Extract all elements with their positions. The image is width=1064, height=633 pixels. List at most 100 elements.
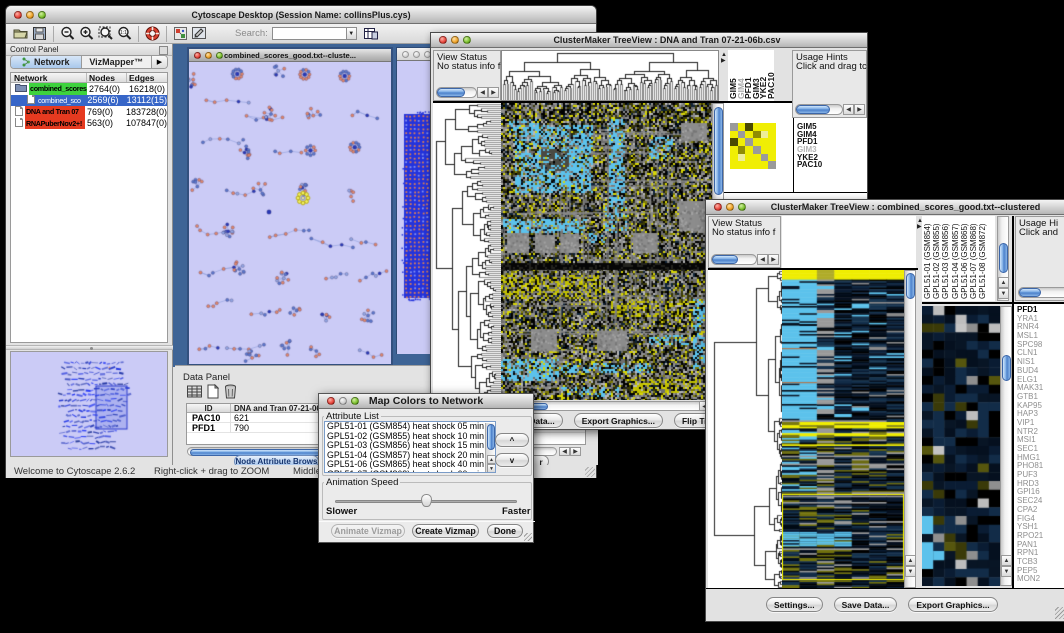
- tv1-minimap-heatmap[interactable]: [730, 123, 776, 169]
- tv1-hints-scrollbar[interactable]: ◀ ▶: [795, 104, 865, 115]
- dialog-resize-grip[interactable]: [524, 533, 532, 541]
- open-file-icon[interactable]: [12, 26, 29, 42]
- frame2-minimize-icon[interactable]: [413, 51, 420, 58]
- tv2-row-dendrogram[interactable]: [708, 270, 782, 588]
- scroll-up-icon[interactable]: ▲: [998, 277, 1009, 288]
- create-vizmap-button[interactable]: Create Vizmap: [412, 524, 479, 538]
- network-view-window[interactable]: combined_scores_good.txt--cluste...: [187, 47, 393, 366]
- zoom-out-icon[interactable]: [59, 26, 76, 42]
- network-row[interactable]: combined_scores_2764(0)16218(0): [11, 83, 167, 95]
- scroll-down-icon[interactable]: ▼: [998, 288, 1009, 299]
- tv1-column-dendrogram[interactable]: [501, 50, 719, 101]
- zoom-in-icon[interactable]: [78, 26, 95, 42]
- tv2-export-graphics-button[interactable]: Export Graphics...: [908, 597, 997, 612]
- col-header-nodes[interactable]: Nodes: [87, 73, 127, 82]
- tv2-zoom-heatmap[interactable]: [922, 306, 1000, 586]
- scroll-up-icon[interactable]: ▲: [905, 555, 916, 566]
- attribute-list-scrollbar[interactable]: ▲ ▼: [485, 423, 496, 473]
- tv1-row-dendrogram[interactable]: [433, 103, 501, 400]
- dialog-titlebar[interactable]: Map Colors to Network: [319, 394, 533, 409]
- frame2-close-icon[interactable]: [402, 51, 409, 58]
- dialog-zoom-button[interactable]: [351, 397, 359, 405]
- move-up-button[interactable]: ^: [495, 433, 529, 447]
- dialog-close-button[interactable]: [327, 397, 335, 405]
- tv1-status-scrollbar[interactable]: ◀ ▶: [436, 87, 499, 98]
- resize-grip[interactable]: [585, 467, 595, 477]
- dp-col-id[interactable]: ID: [187, 404, 231, 412]
- dialog-minimize-button[interactable]: [339, 397, 347, 405]
- delete-trash-icon[interactable]: [224, 384, 237, 399]
- main-titlebar[interactable]: Cytoscape Desktop (Session Name: collins…: [6, 6, 596, 24]
- help-lifesaver-icon[interactable]: [144, 26, 161, 42]
- birdseye-view[interactable]: [10, 351, 168, 457]
- network-row[interactable]: combined_sco2569(6)13112(15): [11, 95, 167, 107]
- treeview2-titlebar[interactable]: ClusterMaker TreeView : combined_scores_…: [706, 200, 1064, 215]
- animation-speed-slider-thumb[interactable]: [421, 494, 432, 507]
- col-header-edges[interactable]: Edges: [127, 73, 167, 82]
- tv2-save-data-button[interactable]: Save Data...: [834, 597, 898, 612]
- tv1-minimize-button[interactable]: [451, 36, 459, 44]
- tv1-mini-scroll-arrows[interactable]: ▲▶: [721, 52, 727, 64]
- search-dropdown-button[interactable]: ▼: [346, 27, 357, 40]
- scroll-down-icon[interactable]: ▼: [905, 566, 916, 577]
- tv2-heatmap[interactable]: [782, 270, 904, 588]
- tv2-resize-grip[interactable]: [1055, 607, 1064, 619]
- scroll-right-icon[interactable]: ▶: [488, 87, 499, 98]
- treeview1-titlebar[interactable]: ClusterMaker TreeView : DNA and Tran 07-…: [431, 33, 867, 48]
- vizmapper-icon[interactable]: [172, 26, 189, 42]
- tv1-heatmap[interactable]: [501, 103, 712, 400]
- tab-vizmapper[interactable]: VizMapper™: [81, 56, 152, 68]
- new-attribute-icon[interactable]: [207, 384, 219, 399]
- zoom-selected-icon[interactable]: [97, 26, 114, 42]
- tv2-minimize-button[interactable]: [726, 203, 734, 211]
- tv2-labels-vscrollbar[interactable]: ▲ ▼: [997, 216, 1009, 301]
- tv2-zoom-button[interactable]: [738, 203, 746, 211]
- attribute-browser-icon[interactable]: [363, 26, 380, 42]
- panel-divider[interactable]: [6, 345, 173, 350]
- tv2-settings-button[interactable]: Settings...: [766, 597, 823, 612]
- annotation-icon[interactable]: [191, 26, 208, 42]
- zoom-button[interactable]: [38, 11, 46, 19]
- frame-minimize-icon[interactable]: [205, 52, 212, 59]
- tv1-export-graphics-button[interactable]: Export Graphics...: [574, 413, 663, 428]
- network-canvas[interactable]: [189, 62, 391, 364]
- scroll-right-icon[interactable]: ▶: [768, 254, 779, 265]
- minimize-button[interactable]: [26, 11, 34, 19]
- zoom-fit-icon[interactable]: 1:1: [116, 26, 133, 42]
- minimap-cell: [738, 146, 746, 154]
- search-input[interactable]: [272, 27, 346, 40]
- network-row[interactable]: RNAPuberNov2+!563(0)107847(0): [11, 118, 167, 130]
- animate-vizmap-button[interactable]: Animate Vizmap: [331, 524, 405, 538]
- scroll-right-icon[interactable]: ▶: [570, 447, 581, 456]
- frame-close-icon[interactable]: [194, 52, 201, 59]
- scroll-down-icon[interactable]: ▼: [1001, 566, 1012, 577]
- tab-overflow-button[interactable]: ▶: [151, 56, 167, 68]
- move-down-button[interactable]: v: [495, 453, 529, 467]
- tv2-hints-scrollbar[interactable]: [1018, 287, 1064, 298]
- scroll-left-icon[interactable]: ◀: [477, 87, 488, 98]
- tv1-close-button[interactable]: [439, 36, 447, 44]
- tab-network[interactable]: Network: [11, 56, 81, 68]
- tv2-zoom-vscrollbar[interactable]: ▲ ▼: [1000, 306, 1012, 586]
- scroll-left-icon[interactable]: ◀: [757, 254, 768, 265]
- attribute-grid-icon[interactable]: [187, 384, 202, 399]
- scroll-down-icon[interactable]: ▼: [487, 464, 497, 473]
- tv1-zoom-button[interactable]: [463, 36, 471, 44]
- tv2-column-dendrogram[interactable]: [782, 216, 916, 268]
- float-panel-icon[interactable]: [159, 46, 168, 55]
- scroll-left-icon[interactable]: ◀: [559, 447, 570, 456]
- frame-zoom-icon[interactable]: [216, 52, 223, 59]
- save-icon[interactable]: [31, 26, 48, 42]
- attribute-list[interactable]: GPL51-01 (GSM854) heat shock 05 minGPL51…: [324, 421, 496, 473]
- attribute-item[interactable]: GPL51-07 (GSM868) heat shock 60 min: [325, 470, 495, 473]
- tv2-close-button[interactable]: [714, 203, 722, 211]
- scroll-up-icon[interactable]: ▲: [1001, 555, 1012, 566]
- scroll-left-icon[interactable]: ◀: [843, 104, 854, 115]
- network-row[interactable]: DNA and Tran 07769(0)183728(0): [11, 106, 167, 118]
- scroll-right-icon[interactable]: ▶: [854, 104, 865, 115]
- done-button[interactable]: Done: [487, 524, 523, 538]
- close-button[interactable]: [14, 11, 22, 19]
- col-header-network[interactable]: Network: [11, 73, 87, 82]
- tv2-status-scrollbar[interactable]: ◀ ▶: [711, 254, 779, 265]
- tv2-vscrollbar[interactable]: ▲ ▼: [904, 270, 916, 588]
